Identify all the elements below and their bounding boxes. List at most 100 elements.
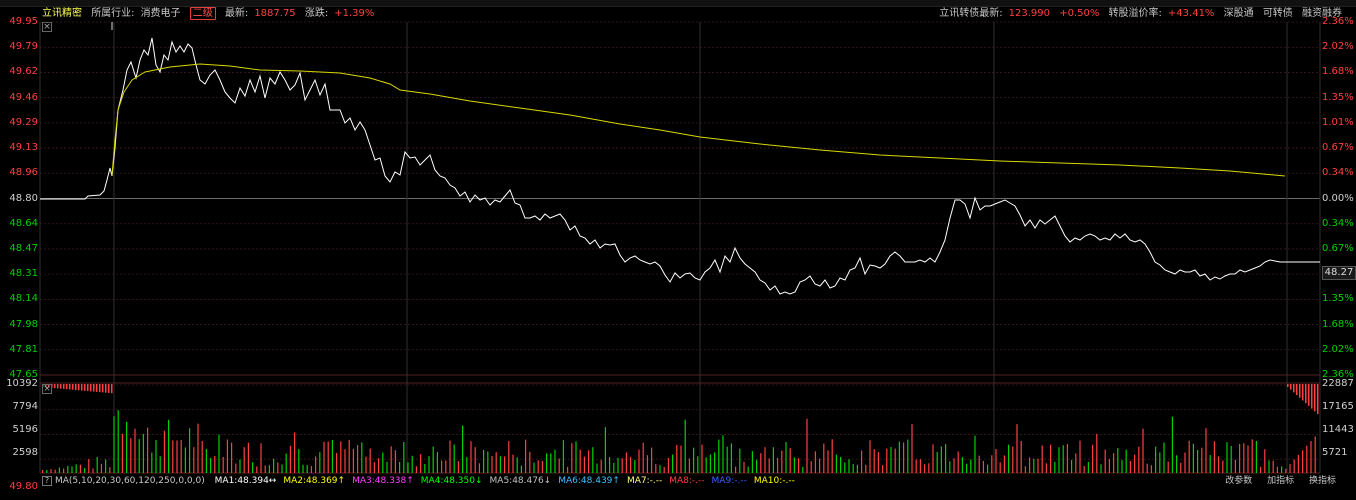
volume-bar — [1285, 468, 1287, 473]
price-axis-label: 49.29 — [9, 116, 38, 128]
volume-bar — [890, 447, 892, 473]
price-axis-label: 48.96 — [9, 167, 38, 179]
volume-bar — [823, 443, 825, 473]
volume-bar — [789, 448, 791, 473]
current-price-tag: 48.27 — [1322, 266, 1356, 280]
volume-bar — [75, 464, 77, 473]
volume-bar — [1071, 459, 1073, 473]
volume-bar — [680, 445, 682, 473]
volume-bar — [810, 461, 812, 473]
volume-bar — [138, 439, 140, 473]
volume-bar — [978, 455, 980, 473]
percent-axis-label: 1.68% — [1322, 66, 1354, 78]
volume-bar — [718, 439, 720, 473]
volume-close-icon[interactable]: × — [42, 384, 52, 394]
volume-bar — [168, 419, 170, 473]
change-params-button[interactable]: 改参数 — [1225, 476, 1252, 486]
volume-bar — [982, 460, 984, 473]
volume-bar — [1226, 442, 1228, 473]
volume-bar — [151, 452, 153, 473]
volume-bar — [882, 465, 884, 473]
volume-bar — [285, 453, 287, 473]
volume-bar — [861, 450, 863, 473]
volume-bar — [239, 459, 241, 473]
volume-bar — [844, 462, 846, 473]
percent-axis-label: 0.67% — [1322, 242, 1354, 254]
volume-bar — [344, 449, 346, 473]
volume-bar — [54, 469, 56, 473]
volume-bar — [655, 464, 657, 473]
volume-axis-label: 17165 — [1322, 401, 1354, 412]
volume-bar — [1305, 384, 1307, 404]
volume-bar — [1037, 458, 1039, 473]
volume-bar — [470, 441, 472, 473]
volume-bar — [214, 455, 216, 473]
volume-bar — [546, 453, 548, 473]
volume-bar — [394, 450, 396, 473]
volume-bar — [1268, 460, 1270, 473]
volume-bar — [735, 466, 737, 473]
volume-bar — [512, 454, 514, 473]
percent-axis-label: 0.34% — [1322, 217, 1354, 229]
volume-bar — [1138, 446, 1140, 473]
volume-bar — [134, 428, 136, 473]
volume-bar — [247, 442, 249, 473]
volume-bar — [1171, 416, 1173, 473]
switch-indicator-button[interactable]: 换指标 — [1309, 476, 1336, 486]
volume-bar — [436, 451, 438, 473]
percent-axis-label: 2.36% — [1322, 16, 1354, 27]
volume-bar — [525, 439, 527, 473]
volume-bar — [277, 462, 279, 473]
volume-bar — [743, 461, 745, 473]
intraday-chart[interactable] — [0, 0, 1356, 500]
volume-bar — [155, 439, 157, 473]
volume-bar — [970, 459, 972, 473]
ma-params[interactable]: MA(5,10,20,30,60,120,250,0,0,0) — [55, 476, 205, 486]
ma-value: MA2:48.369↑ — [283, 476, 346, 486]
volume-bar — [533, 462, 535, 473]
ma-value: MA9:-.-- — [711, 476, 747, 486]
volume-bar — [504, 456, 506, 473]
volume-bar — [1104, 449, 1106, 473]
volume-bar — [630, 456, 632, 473]
volume-bar — [613, 462, 615, 473]
volume-bar — [1308, 384, 1310, 406]
volume-bar — [1251, 439, 1253, 473]
volume-bar — [352, 448, 354, 473]
volume-bar — [163, 430, 165, 473]
volume-bar — [697, 456, 699, 473]
volume-bar — [176, 440, 178, 473]
volume-bar — [111, 384, 113, 394]
volume-bar — [1218, 456, 1220, 473]
volume-bar — [180, 439, 182, 473]
volume-bar — [256, 466, 258, 473]
volume-bar — [831, 439, 833, 473]
volume-bar — [945, 444, 947, 473]
volume-bar — [550, 453, 552, 473]
volume-bar — [1276, 466, 1278, 473]
volume-bar — [617, 457, 619, 473]
volume-bar — [361, 442, 363, 473]
volume-bar — [999, 462, 1001, 473]
volume-bar — [243, 447, 245, 473]
add-indicator-button[interactable]: 加指标 — [1267, 476, 1294, 486]
ma-value: MA8:-.-- — [669, 476, 705, 486]
volume-bar — [991, 455, 993, 473]
help-icon[interactable]: ? — [42, 476, 52, 486]
volume-bar — [159, 456, 161, 473]
price-axis-label: 47.98 — [9, 318, 38, 330]
volume-bar — [1302, 384, 1304, 401]
volume-bar — [184, 447, 186, 473]
volume-bar — [1306, 445, 1308, 473]
volume-bar — [327, 441, 329, 473]
volume-bar — [554, 449, 556, 473]
volume-bar — [1239, 444, 1241, 473]
volume-bar — [739, 448, 741, 473]
volume-bar — [100, 463, 102, 473]
volume-bar — [407, 462, 409, 473]
volume-bar — [793, 457, 795, 473]
volume-bar — [294, 432, 296, 473]
volume-bar — [1163, 442, 1165, 473]
volume-bar — [768, 458, 770, 473]
volume-bar — [541, 460, 543, 473]
